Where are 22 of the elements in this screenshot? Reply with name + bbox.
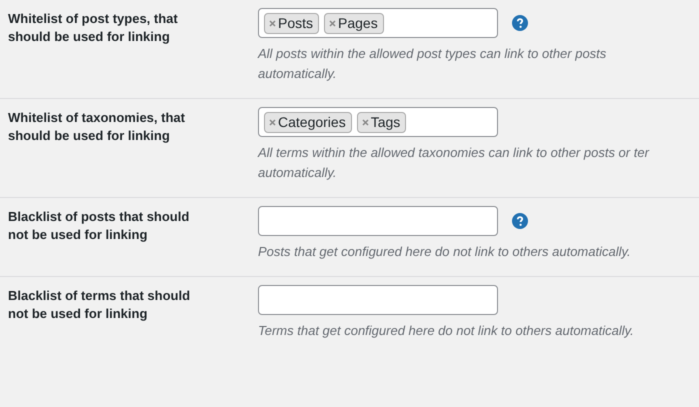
selected-tag: Pages: [324, 12, 384, 34]
select-field[interactable]: [258, 285, 498, 315]
field-description: All terms within the allowed taxonomies can link to other posts or ter automatically.: [258, 144, 650, 182]
remove-icon[interactable]: [269, 20, 276, 26]
help-icon[interactable]: [512, 15, 528, 31]
select-field[interactable]: [258, 206, 498, 236]
setting-label: Whitelist of post types, that should be used for linking: [8, 10, 179, 46]
remove-icon[interactable]: [362, 118, 369, 126]
select-field[interactable]: Categories Tags: [258, 107, 498, 137]
remove-icon[interactable]: [269, 118, 276, 126]
setting-label: Blacklist of posts that should not be used for linking: [8, 208, 190, 244]
select-field[interactable]: Posts Pages: [258, 8, 498, 38]
setting-label: Blacklist of terms that should not be used for linking: [8, 287, 192, 323]
field-description: Posts that get configured here do not link to others automatically.: [258, 243, 632, 261]
selected-tag: Tags: [356, 112, 406, 132]
help-icon[interactable]: [512, 213, 528, 229]
setting-label: Whitelist of taxonomies, that should be used for linking: [8, 109, 186, 145]
remove-icon[interactable]: [329, 20, 336, 26]
field-description: All posts within the allowed post types can link to other posts automatically.: [258, 45, 608, 83]
selected-tag: Categories: [264, 112, 352, 132]
field-description: Terms that get configured here do not link to others automatically.: [258, 322, 635, 340]
selected-tag: Posts: [264, 12, 320, 34]
